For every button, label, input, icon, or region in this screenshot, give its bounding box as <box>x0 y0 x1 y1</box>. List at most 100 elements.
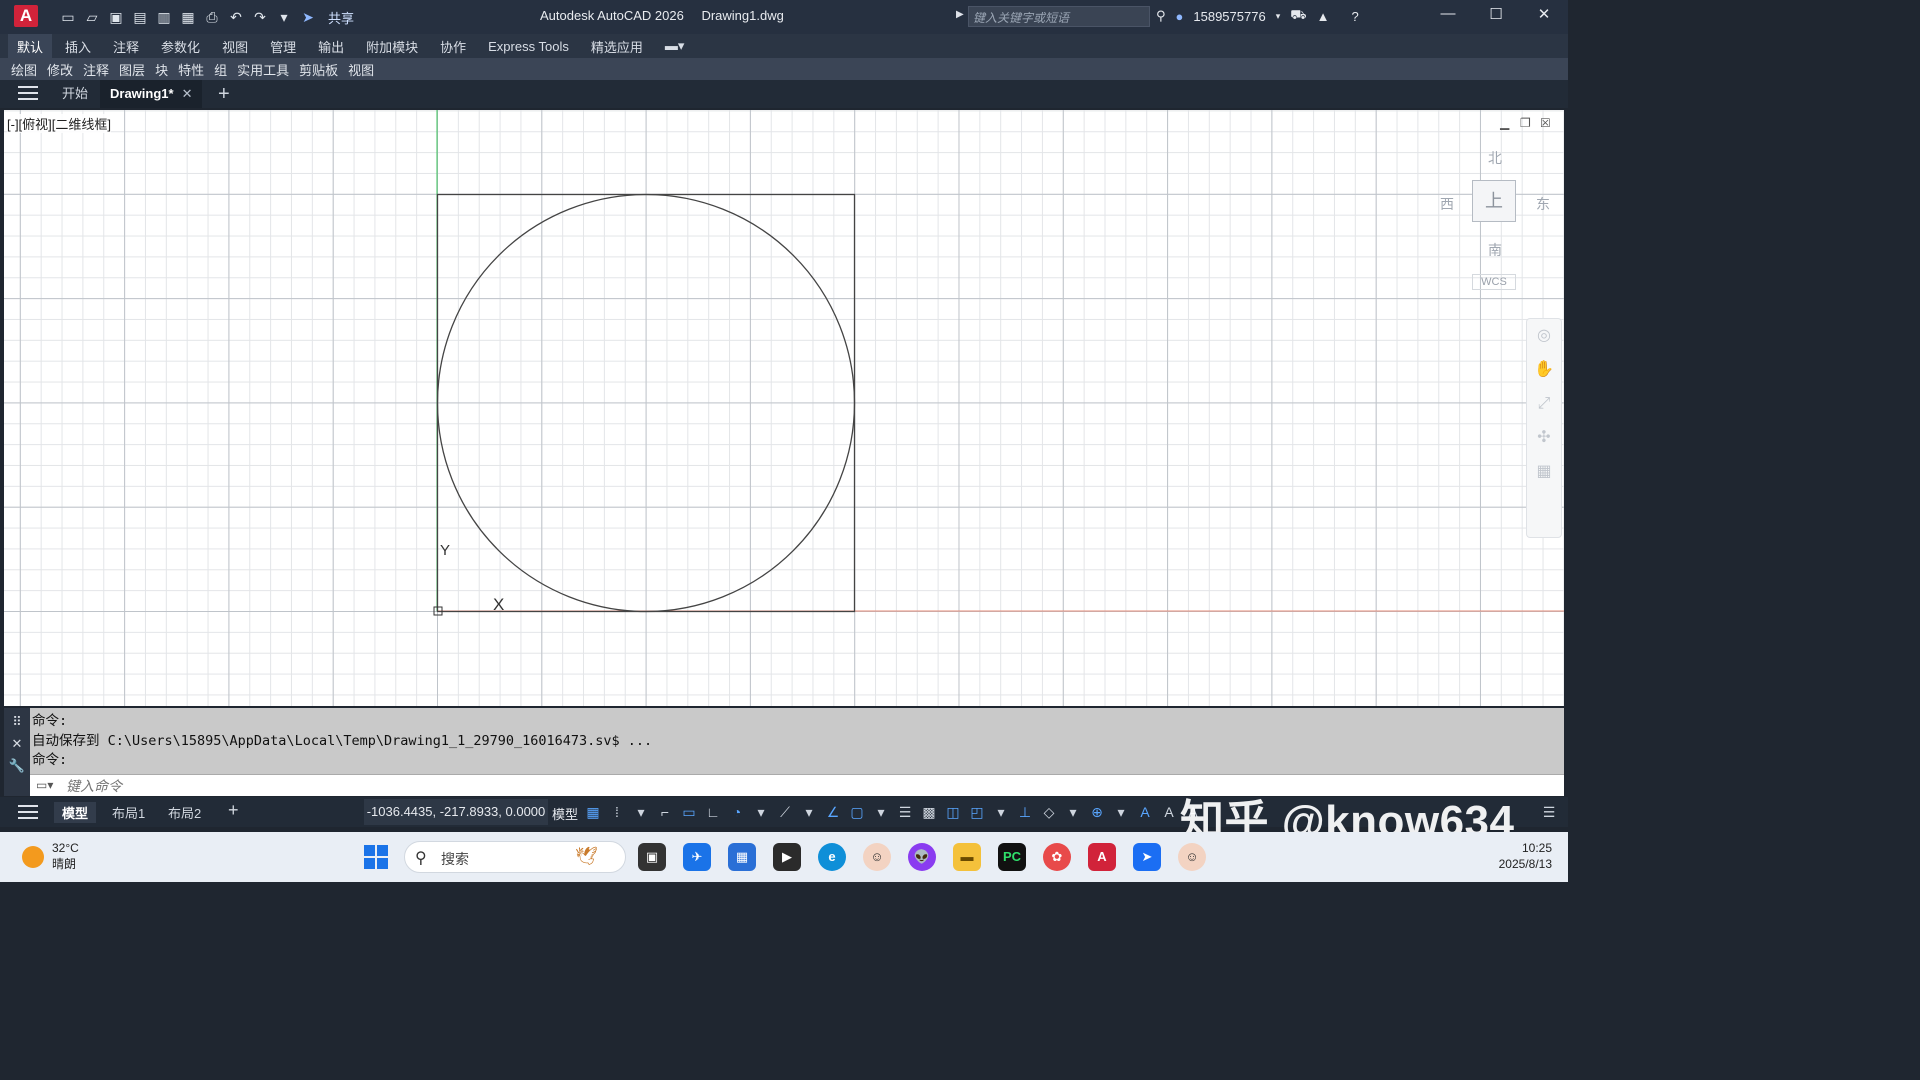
selection-cycling-icon[interactable]: ◫ <box>944 802 962 822</box>
system-clock[interactable]: 10:25 2025/8/13 <box>1490 840 1552 872</box>
autocad-taskbar-icon[interactable]: A <box>1088 843 1116 871</box>
user-icon[interactable]: ● <box>1176 9 1184 24</box>
viewcube-east[interactable]: 东 <box>1536 194 1550 214</box>
task-view-icon[interactable]: ▣ <box>638 843 666 871</box>
weather-widget[interactable]: 32°C 晴朗 <box>52 840 79 872</box>
maximize-button[interactable]: ☐ <box>1476 5 1516 27</box>
dynamic-ucs-icon[interactable]: ⊥ <box>1016 802 1034 822</box>
ribbon-panel[interactable]: 注释 <box>78 60 114 79</box>
user-dropdown-icon[interactable]: ▾ <box>1276 11 1281 22</box>
avatar-app-icon[interactable]: ☺ <box>863 843 891 871</box>
ribbon-tab[interactable]: 注释 <box>104 34 148 59</box>
search-icon[interactable]: ⚲ <box>1156 8 1166 24</box>
ribbon-panel[interactable]: 实用工具 <box>232 60 294 79</box>
dynamic-input-icon[interactable]: ▭ <box>680 802 698 822</box>
print-icon[interactable]: ⎙ <box>204 9 220 25</box>
polar-dropdown-icon[interactable]: ▾ <box>752 802 770 822</box>
open-folder-icon[interactable]: ▱ <box>84 9 100 25</box>
isodraft-icon[interactable]: ⟋ <box>776 802 794 822</box>
selection-filter-dropdown-icon[interactable]: ▾ <box>1064 802 1082 822</box>
avatar-app-icon-2[interactable]: ☺ <box>1178 843 1206 871</box>
viewport-restore-icon[interactable]: ❐ <box>1520 116 1531 130</box>
ribbon-tab[interactable]: 默认 <box>8 33 53 59</box>
selection-filter-icon[interactable]: ◇ <box>1040 802 1058 822</box>
sun-icon[interactable] <box>22 846 44 868</box>
ribbon-panel[interactable]: 图层 <box>114 60 150 79</box>
edge-browser-icon[interactable]: e <box>818 843 846 871</box>
drawing-canvas[interactable]: Y X [-][俯视][二维线框] ▁ ❐ ☒ 北 南 东 西 上 WCS ◎ … <box>4 110 1564 706</box>
ribbon-display-dropdown-icon[interactable]: ▬▾ <box>656 35 694 57</box>
lineweight-icon[interactable]: ☰ <box>896 802 914 822</box>
viewcube-top-face[interactable]: 上 <box>1472 180 1516 222</box>
menu-icon[interactable] <box>18 86 38 102</box>
tab-layout1[interactable]: 布局1 <box>104 802 153 823</box>
share-button[interactable]: 共享 <box>328 8 354 27</box>
pan-icon[interactable]: ✋ <box>1527 353 1561 387</box>
publish-icon[interactable]: ▦ <box>180 9 196 25</box>
model-space-button[interactable]: 模型 <box>552 804 578 823</box>
object-snap-icon[interactable]: ▢ <box>848 802 866 822</box>
share-icon[interactable]: ➤ <box>300 9 316 25</box>
ribbon-panel[interactable]: 剪贴板 <box>294 60 343 79</box>
layout-menu-icon[interactable] <box>18 805 38 821</box>
isodraft-dropdown-icon[interactable]: ▾ <box>800 802 818 822</box>
infer-constraints-icon[interactable]: ⌐ <box>656 802 674 822</box>
ribbon-tab[interactable]: 插入 <box>56 34 100 59</box>
ribbon-tab[interactable]: Express Tools <box>479 36 578 57</box>
app-icon-arrow[interactable]: ➤ <box>1133 843 1161 871</box>
wcs-menu[interactable]: WCS <box>1472 274 1516 290</box>
store-icon[interactable]: ▦ <box>728 843 756 871</box>
ribbon-panel[interactable]: 绘图 <box>6 60 42 79</box>
coordinates-display[interactable]: -1036.4435, -217.8933, 0.0000 <box>364 799 548 825</box>
ribbon-panel[interactable]: 视图 <box>343 60 379 79</box>
ribbon-panel[interactable]: 修改 <box>42 60 78 79</box>
ribbon-tab[interactable]: 协作 <box>431 34 475 59</box>
alien-app-icon[interactable]: 👽 <box>908 843 936 871</box>
tab-start[interactable]: 开始 <box>52 80 98 108</box>
ribbon-panel[interactable]: 组 <box>209 60 232 79</box>
ribbon-tab[interactable]: 精选应用 <box>582 34 652 59</box>
command-window-grip[interactable]: ⠿ ✕ 🔧 <box>4 708 30 796</box>
ribbon-tab[interactable]: 视图 <box>213 34 257 59</box>
minimize-button[interactable]: — <box>1428 5 1468 27</box>
redo-icon[interactable]: ↷ <box>252 9 268 25</box>
ortho-icon[interactable]: ∟ <box>704 802 722 822</box>
snap-icon[interactable]: ⁞ <box>608 802 626 822</box>
terminal-icon[interactable]: ▶ <box>773 843 801 871</box>
auto-scale-icon[interactable]: A <box>1160 802 1178 822</box>
undo-icon[interactable]: ↶ <box>228 9 244 25</box>
circle-shape[interactable] <box>436 193 856 613</box>
viewport-close-icon[interactable]: ☒ <box>1540 116 1551 130</box>
help-search-input[interactable]: 键入关键字或短语 <box>968 6 1150 27</box>
viewport-minimize-icon[interactable]: ▁ <box>1500 116 1509 130</box>
osnap-dropdown-icon[interactable]: ▾ <box>872 802 890 822</box>
help-icon[interactable]: ? <box>1351 9 1358 24</box>
gizmo-icon[interactable]: ⊕ <box>1088 802 1106 822</box>
expand-arrow-icon[interactable]: ▶ <box>956 9 964 20</box>
customize-wrench-icon[interactable]: 🔧 <box>4 758 30 774</box>
new-tab-button[interactable]: + <box>208 80 240 108</box>
app-icon-blue[interactable]: ✈ <box>683 843 711 871</box>
file-explorer-icon[interactable]: ▬ <box>953 843 981 871</box>
square-shape[interactable] <box>436 193 856 613</box>
grid-icon[interactable]: ▦ <box>584 802 602 822</box>
close-button[interactable]: ✕ <box>1524 5 1564 27</box>
user-id[interactable]: 1589575776 <box>1193 9 1265 24</box>
viewcube-west[interactable]: 西 <box>1440 194 1454 214</box>
ribbon-tab[interactable]: 管理 <box>261 34 305 59</box>
close-tab-icon[interactable]: ✕ <box>182 86 193 101</box>
ribbon-tab[interactable]: 参数化 <box>152 34 209 59</box>
grip-icon[interactable]: ⠿ <box>4 714 30 730</box>
ribbon-panel[interactable]: 块 <box>150 60 173 79</box>
save-icon[interactable]: ▣ <box>108 9 124 25</box>
snap-dropdown-icon[interactable]: ▾ <box>632 802 650 822</box>
close-command-icon[interactable]: ✕ <box>4 736 30 752</box>
pycharm-icon[interactable]: PC <box>998 843 1026 871</box>
zoom-extents-icon[interactable]: ⤢ <box>1527 387 1561 421</box>
annotation-visibility-icon[interactable]: A <box>1136 802 1154 822</box>
transparency-icon[interactable]: ▩ <box>920 802 938 822</box>
ribbon-tab[interactable]: 附加模块 <box>357 34 427 59</box>
cart-icon[interactable]: ⛟ <box>1290 7 1306 25</box>
new-file-icon[interactable]: ▭ <box>60 9 76 25</box>
object-snap-tracking-icon[interactable]: ∠ <box>824 802 842 822</box>
